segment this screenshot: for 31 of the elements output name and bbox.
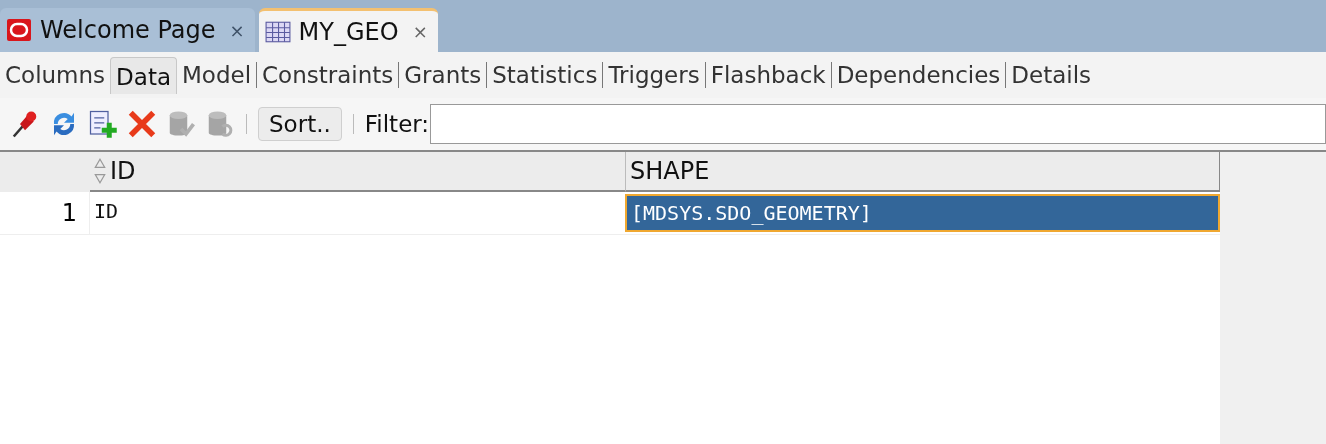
editor-tab[interactable]: MY_GEO × [258, 8, 438, 52]
sub-tab[interactable]: Statistics [487, 58, 603, 92]
table-icon [264, 20, 291, 43]
sub-tab[interactable]: Grants [399, 58, 487, 92]
column-title: SHAPE [630, 157, 710, 185]
logo-icon [6, 19, 32, 41]
column-header[interactable]: SHAPE [625, 152, 1220, 192]
sub-tab[interactable]: Dependencies [831, 58, 1006, 92]
filter-label: Filter: [364, 111, 430, 137]
close-icon[interactable]: × [229, 19, 245, 41]
tab-label: MY_GEO [298, 17, 399, 46]
row-number: 1 [0, 192, 90, 234]
sub-tab[interactable]: Model [177, 58, 257, 92]
close-icon[interactable]: × [412, 21, 428, 42]
sort-icon[interactable] [94, 158, 106, 184]
sub-tab[interactable]: Data [110, 56, 177, 94]
sort-button[interactable]: Sort.. [258, 107, 342, 141]
sub-tab[interactable]: Columns [0, 58, 111, 92]
editor-tab[interactable]: Welcome Page × [0, 8, 255, 52]
column-header[interactable]: ID [90, 152, 625, 192]
sub-tab[interactable]: Details [1006, 58, 1097, 92]
sub-tab[interactable]: Constraints [257, 58, 399, 92]
table-cell[interactable]: ID [90, 192, 625, 234]
table-cell[interactable]: [MDSYS.SDO_GEOMETRY] [625, 194, 1220, 232]
sub-tab[interactable]: Triggers [603, 58, 705, 92]
tab-label: Welcome Page [40, 16, 216, 44]
sub-tab[interactable]: Flashback [705, 58, 831, 92]
column-title: ID [110, 157, 136, 185]
delete-icon[interactable] [127, 109, 157, 139]
filter-field[interactable] [430, 104, 1326, 144]
add-row-icon[interactable] [88, 109, 118, 139]
